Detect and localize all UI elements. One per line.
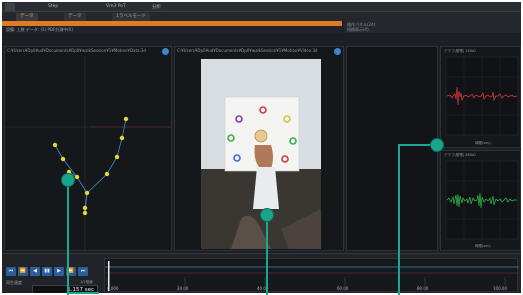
- rewind-button[interactable]: ⏪: [18, 267, 28, 276]
- graph-panel-1[interactable]: グラフ(筋電) 1MAD 時間(sec): [440, 46, 521, 148]
- status-row: 設備: 上肢 データ: (1) PDF計測中(0): [2, 26, 342, 33]
- callout-dot: [430, 138, 444, 152]
- callout-line: [266, 218, 268, 295]
- graph-xlabel-2: 時間(sec): [475, 244, 491, 248]
- skeleton-view-panel[interactable]: C:¥Users¥Dp0¥ud¥Documents¥Dp0¥walkSessio…: [4, 46, 172, 251]
- app-menu-icon[interactable]: [5, 3, 15, 11]
- callout-line: [398, 144, 400, 295]
- tick-label: 60.00: [337, 286, 349, 291]
- skeleton-bones: [54, 118, 127, 214]
- marker-point: [123, 116, 129, 122]
- marker-point: [114, 154, 120, 160]
- playback-mode-label: 再生速度: [6, 280, 22, 285]
- marker-point: [82, 205, 88, 211]
- right-header: 操作パネル(24) 指標表示(0): [344, 21, 521, 33]
- callout-line: [67, 292, 99, 294]
- marker-point: [104, 171, 110, 177]
- tab-bar: データ データ 1ラベルモード: [2, 12, 521, 21]
- timeline-ruler: [105, 261, 519, 291]
- skip-start-button[interactable]: ⏮: [6, 267, 16, 276]
- tab-data-2[interactable]: データ: [64, 13, 86, 21]
- skeleton-markers: [52, 116, 129, 216]
- marker-point: [82, 210, 88, 216]
- tick-label: 20.00: [177, 286, 189, 291]
- marker-point: [52, 142, 58, 148]
- video-image: [201, 59, 321, 249]
- callout-line: [67, 180, 69, 295]
- marker-point: [60, 156, 66, 162]
- play-button[interactable]: ▶: [54, 267, 64, 276]
- empty-view-panel[interactable]: [346, 46, 438, 251]
- tick-label: 100.00: [493, 286, 507, 291]
- tick-label: 80.00: [417, 286, 429, 291]
- video-view-panel[interactable]: C:¥Users¥Dp0¥ud¥Documents¥Dp0¥walkSessio…: [174, 46, 344, 251]
- menu-item-step[interactable]: Step: [48, 4, 58, 9]
- video-file-path: C:¥Users¥Dp0¥ud¥Documents¥Dp0¥walkSessio…: [177, 48, 318, 53]
- callout-dot: [61, 173, 75, 187]
- emg-graph-2: [445, 160, 519, 240]
- emg-graph-1: [445, 56, 519, 136]
- menubar: Step Vm3 PoT 分析: [2, 2, 521, 12]
- tab-label-mode[interactable]: 1ラベルモード: [112, 13, 150, 21]
- callout-dot: [260, 208, 274, 222]
- menu-item-analysis[interactable]: 分析: [152, 4, 161, 10]
- pause-button[interactable]: ▮▮: [42, 267, 52, 276]
- menu-item-vm3pot[interactable]: Vm3 PoT: [106, 4, 126, 9]
- video-close-icon[interactable]: [334, 48, 341, 55]
- tab-data-1[interactable]: データ: [16, 13, 38, 21]
- skip-end-button[interactable]: ⏭: [78, 267, 88, 276]
- marker-point: [74, 174, 80, 180]
- step-back-button[interactable]: ◀: [30, 267, 40, 276]
- right-header-sub: 指標表示(0): [347, 27, 369, 32]
- graph-panel-2[interactable]: グラフ(筋電) 8MAD 時間(sec): [440, 150, 521, 251]
- graph-xlabel-1: 時間(sec): [475, 141, 491, 145]
- timeline-bar: ⏮ ⏪ ◀ ▮▮ ▶ ⏩ ⏭ 再生速度 1/1倍速 1.157 sec 0.00…: [2, 253, 521, 293]
- video-frame: [201, 59, 321, 249]
- tick-label: 0.000: [107, 286, 119, 291]
- skeleton-canvas: [5, 57, 171, 250]
- marker-point: [84, 190, 90, 196]
- marker-point: [119, 135, 125, 141]
- timeline-track[interactable]: 0.000 20.00 40.00 60.00 80.00 100.00: [104, 258, 519, 292]
